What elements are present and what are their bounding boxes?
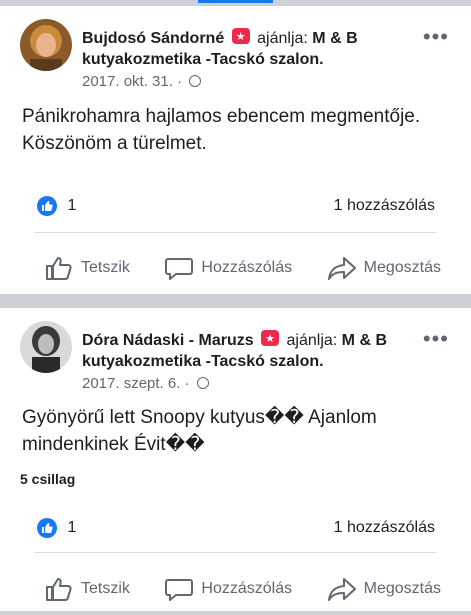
- avatar[interactable]: [20, 19, 72, 71]
- recommends-label: ajánlja:: [257, 30, 308, 47]
- author-name[interactable]: Bujdosó Sándorné: [82, 30, 224, 47]
- post-text: Pánikrohamra hajlamos ebencem megmentője…: [22, 106, 421, 154]
- comment-label: Hozzászólás: [201, 259, 293, 276]
- more-icon[interactable]: •••: [423, 328, 449, 350]
- post-divider: [0, 294, 471, 308]
- like-reaction-icon: [37, 196, 57, 216]
- share-button[interactable]: Megosztás: [327, 576, 441, 602]
- share-button[interactable]: Megosztás: [327, 255, 441, 281]
- like-reaction-icon: [37, 518, 57, 538]
- recommend-icon: [261, 329, 280, 350]
- post-meta: 2017. szept. 6. ·: [82, 373, 451, 394]
- post-header-text: Bujdosó Sándorné ajánlja: M & B kutyakoz…: [82, 16, 451, 92]
- action-bar: Tetszik Hozzászólás Megosztás: [44, 576, 441, 602]
- like-count: 1: [67, 519, 77, 537]
- post-header: Bujdosó Sándorné ajánlja: M & B kutyakoz…: [20, 16, 451, 92]
- like-count: 1: [67, 197, 77, 215]
- post-header: Dóra Nádaski - Maruzs ajánlja: M & B kut…: [20, 318, 451, 394]
- comment-count[interactable]: 1 hozzászólás: [334, 519, 435, 537]
- review-post: Bujdosó Sándorné ajánlja: M & B kutyakoz…: [0, 6, 471, 294]
- like-label: Tetszik: [81, 259, 130, 276]
- post-meta: 2017. okt. 31. ·: [82, 71, 451, 92]
- globe-icon: [196, 377, 209, 389]
- engagement-counts: 1 1 hozzászólás: [37, 196, 435, 216]
- rating-text: 5 csillag: [20, 471, 76, 487]
- comment-button[interactable]: Hozzászólás: [164, 576, 292, 602]
- post-date[interactable]: 2017. szept. 6.: [82, 375, 180, 392]
- post-date[interactable]: 2017. okt. 31.: [82, 73, 173, 90]
- like-count-group[interactable]: 1: [37, 196, 76, 216]
- share-icon: [327, 257, 356, 280]
- recommend-icon: [231, 27, 250, 48]
- comment-icon: [165, 579, 194, 601]
- share-icon: [327, 578, 356, 601]
- divider: [34, 232, 437, 233]
- post-header-text: Dóra Nádaski - Maruzs ajánlja: M & B kut…: [82, 318, 451, 394]
- comment-icon: [165, 258, 194, 280]
- engagement-counts: 1 1 hozzászólás: [37, 518, 435, 538]
- share-label: Megosztás: [363, 580, 441, 597]
- comment-button[interactable]: Hozzászólás: [164, 255, 292, 281]
- review-post: Dóra Nádaski - Maruzs ajánlja: M & B kut…: [0, 308, 471, 615]
- like-label: Tetszik: [81, 580, 130, 597]
- more-icon[interactable]: •••: [423, 26, 449, 48]
- recommends-label: ajánlja:: [286, 332, 338, 349]
- share-label: Megosztás: [363, 259, 441, 276]
- date-separator: ·: [184, 375, 190, 392]
- author-name[interactable]: Dóra Nádaski - Maruzs: [82, 332, 254, 349]
- thumbs-up-icon: [46, 257, 72, 280]
- divider: [34, 552, 437, 553]
- comment-count[interactable]: 1 hozzászólás: [334, 197, 435, 215]
- thumbs-up-icon: [46, 578, 72, 601]
- globe-icon: [189, 75, 202, 87]
- like-button[interactable]: Tetszik: [44, 255, 130, 281]
- comment-label: Hozzászólás: [201, 580, 293, 597]
- like-count-group[interactable]: 1: [37, 518, 76, 538]
- avatar[interactable]: [20, 321, 72, 373]
- bottom-divider: [0, 611, 471, 615]
- active-tab-indicator: [198, 0, 273, 3]
- action-bar: Tetszik Hozzászólás Megosztás: [44, 255, 441, 281]
- date-separator: ·: [177, 73, 183, 90]
- post-text: Gyönyörű lett Snoopy kutyus�� Ajanlom mi…: [22, 407, 377, 455]
- like-button[interactable]: Tetszik: [44, 576, 130, 602]
